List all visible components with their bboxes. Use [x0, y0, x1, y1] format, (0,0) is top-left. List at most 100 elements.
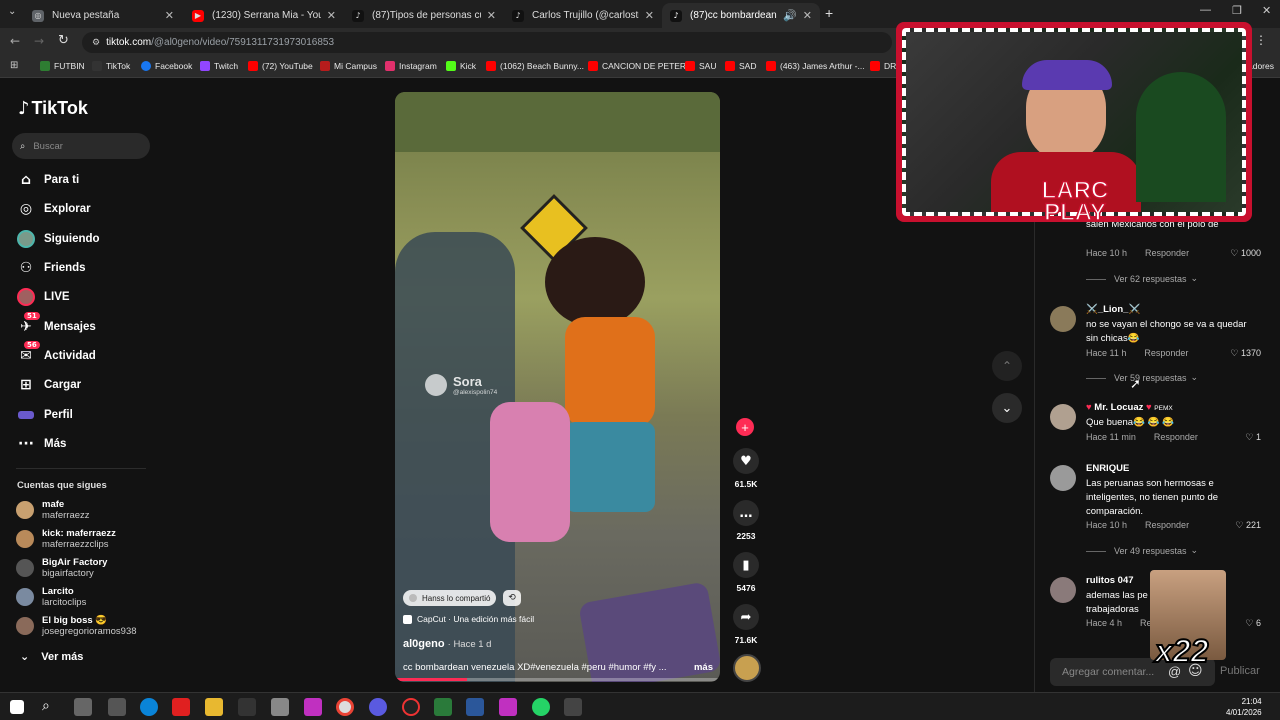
widgets-icon[interactable]: [108, 698, 126, 716]
shared-by-badge[interactable]: Hanss lo compartió: [403, 590, 497, 606]
comment-user[interactable]: rulitos 047: [1086, 575, 1134, 586]
app-icon[interactable]: [402, 698, 420, 716]
chrome-icon[interactable]: [336, 698, 354, 716]
comment-like-button[interactable]: ♡ 1000: [1230, 248, 1261, 259]
nav-mas[interactable]: ··· Más: [16, 434, 66, 454]
search-input[interactable]: ⌕ Buscar: [12, 133, 150, 159]
video-author[interactable]: al0geno · Hace 1 d: [403, 638, 491, 650]
maximize-button[interactable]: ❐: [1232, 4, 1242, 17]
like-button[interactable]: ♥ 61.5K: [733, 448, 759, 489]
address-bar[interactable]: ⚙ tiktok.com/@al0geno/video/759131173197…: [82, 32, 892, 53]
view-replies-button[interactable]: Ver 62 respuestas ⌄: [1086, 274, 1198, 284]
windows-start-icon[interactable]: [10, 700, 24, 714]
tab-tiktok-active[interactable]: ♪ (87)cc bombardean venezu 🔊✕: [662, 3, 820, 28]
video-player[interactable]: Sora @alexispolin74 Hanss lo compartió ⟲ …: [395, 92, 720, 682]
following-account[interactable]: El big boss 😎 josegregorioramos938: [16, 615, 137, 637]
bookmark-james-arthur[interactable]: (463) James Arthur -...: [766, 61, 865, 71]
close-icon[interactable]: ✕: [487, 9, 496, 22]
edge-icon[interactable]: [140, 698, 158, 716]
following-account[interactable]: Larcito larcitoclips: [16, 586, 86, 608]
nav-friends[interactable]: ⚇ Friends: [16, 258, 86, 278]
progress-bar[interactable]: [395, 678, 720, 681]
more-button[interactable]: más: [694, 662, 713, 673]
nav-actividad[interactable]: ✉ 56 Actividad: [16, 341, 96, 366]
next-video-button[interactable]: ⌄: [992, 393, 1022, 423]
following-account[interactable]: BigAir Factory bigairfactory: [16, 557, 107, 579]
bookmark-facebook[interactable]: Facebook: [141, 61, 192, 71]
comment-like-button[interactable]: ♡ 221: [1235, 520, 1261, 531]
bookmark-instagram[interactable]: Instagram: [385, 61, 437, 71]
forward-icon[interactable]: →: [34, 34, 44, 48]
new-tab-button[interactable]: +: [825, 5, 833, 21]
calculator-icon[interactable]: [434, 698, 452, 716]
comment-like-button[interactable]: ♡ 1: [1245, 432, 1261, 443]
comment-like-button[interactable]: ♡ 6: [1245, 618, 1261, 629]
app-icon[interactable]: [564, 698, 582, 716]
app-icon[interactable]: [271, 698, 289, 716]
share-button[interactable]: ➦ 71.6K: [733, 604, 759, 645]
comment-user[interactable]: ENRIQUE: [1086, 463, 1129, 474]
task-view-icon[interactable]: [74, 698, 92, 716]
close-icon[interactable]: ✕: [645, 9, 654, 22]
bookmark-cancion-peter[interactable]: CANCION DE PETER: [588, 61, 686, 71]
close-icon[interactable]: ✕: [165, 9, 174, 22]
close-icon[interactable]: ✕: [327, 9, 336, 22]
site-info-icon[interactable]: ⚙: [92, 38, 100, 48]
whatsapp-icon[interactable]: [532, 698, 550, 716]
capcut-link[interactable]: CapCut · Una edición más fácil: [403, 614, 534, 624]
comment-user[interactable]: ⚔️_Lion_⚔️: [1086, 304, 1140, 315]
view-replies-button[interactable]: Ver 49 respuestas ⌄: [1086, 546, 1198, 556]
app-icon[interactable]: [304, 698, 322, 716]
comment-user[interactable]: ♥ Mr. Locuaz ♥ PEMX: [1086, 402, 1173, 413]
tab-search-icon[interactable]: ⌄: [8, 6, 16, 17]
menu-icon[interactable]: ⋮: [1255, 33, 1267, 47]
nav-para-ti[interactable]: ⌂ Para ti: [16, 170, 79, 190]
speaker-icon[interactable]: 🔊: [783, 9, 797, 22]
close-icon[interactable]: ✕: [803, 9, 812, 22]
following-account[interactable]: mafe maferraezz: [16, 499, 90, 521]
nav-cargar[interactable]: ⊞ Cargar: [16, 375, 81, 395]
see-more-button[interactable]: ⌄ Ver más: [20, 650, 83, 663]
nav-mensajes[interactable]: ✈ 51 Mensajes: [16, 312, 96, 337]
obs-icon[interactable]: [369, 698, 387, 716]
tab-tiktok-tipos[interactable]: ♪ (87)Tipos de personas cuando✕: [344, 3, 504, 28]
bookmark-sad[interactable]: SAD: [725, 61, 756, 71]
bookmark-twitch[interactable]: Twitch: [200, 61, 238, 71]
reply-button[interactable]: Responder: [1154, 432, 1198, 442]
post-button[interactable]: Publicar: [1220, 665, 1260, 677]
minimize-button[interactable]: —: [1200, 4, 1211, 16]
repost-icon[interactable]: ⟲: [503, 590, 521, 606]
back-icon[interactable]: ←: [10, 34, 20, 48]
app-icon[interactable]: [238, 698, 256, 716]
tab-tiktok-carlos[interactable]: ♪ Carlos Trujillo (@carlostrujillo1v✕: [504, 3, 662, 28]
reply-button[interactable]: Responder: [1145, 520, 1189, 530]
app-icon[interactable]: [172, 698, 190, 716]
system-clock[interactable]: 21:04 4/01/2026: [1226, 696, 1262, 718]
reply-button[interactable]: Responder: [1145, 248, 1189, 258]
bookmark-futbin[interactable]: FUTBIN: [40, 61, 85, 71]
reload-icon[interactable]: ↻: [58, 33, 69, 48]
sound-disc[interactable]: [733, 654, 761, 682]
following-account[interactable]: kick: maferraezz maferraezzclips: [16, 528, 116, 550]
bookmark-sau[interactable]: SAU: [685, 61, 716, 71]
bookmark-youtube[interactable]: (72) YouTube: [248, 61, 313, 71]
close-window-button[interactable]: ✕: [1262, 4, 1271, 17]
search-icon[interactable]: ⌕: [42, 698, 50, 714]
comment-button[interactable]: … 2253: [733, 500, 759, 541]
bookmark-beach-bunny[interactable]: (1062) Beach Bunny...: [486, 61, 584, 71]
nav-siguiendo[interactable]: Siguiendo: [16, 229, 100, 249]
bookmark-tiktok[interactable]: TikTok: [92, 61, 130, 71]
apps-icon[interactable]: ⊞: [10, 60, 18, 71]
bookmark-kick[interactable]: Kick: [446, 61, 476, 71]
follow-button[interactable]: +: [736, 418, 754, 436]
nav-live[interactable]: LIVE: [16, 287, 70, 307]
tab-new-tab[interactable]: ◎ Nueva pestaña ✕: [24, 3, 182, 28]
save-button[interactable]: ▮ 5476: [733, 552, 759, 593]
previous-video-button[interactable]: ⌃: [992, 351, 1022, 381]
bookmark-mi-campus[interactable]: Mi Campus: [320, 61, 377, 71]
reply-button[interactable]: Responder: [1144, 348, 1188, 358]
view-replies-button[interactable]: Ver 59 respuestas ⌄: [1086, 373, 1198, 383]
tiktok-logo[interactable]: ♪ TikTok: [18, 98, 88, 119]
comment-like-button[interactable]: ♡ 1370: [1230, 348, 1261, 359]
tab-youtube[interactable]: ▶ (1230) Serrana Mia - YouTube✕: [184, 3, 344, 28]
